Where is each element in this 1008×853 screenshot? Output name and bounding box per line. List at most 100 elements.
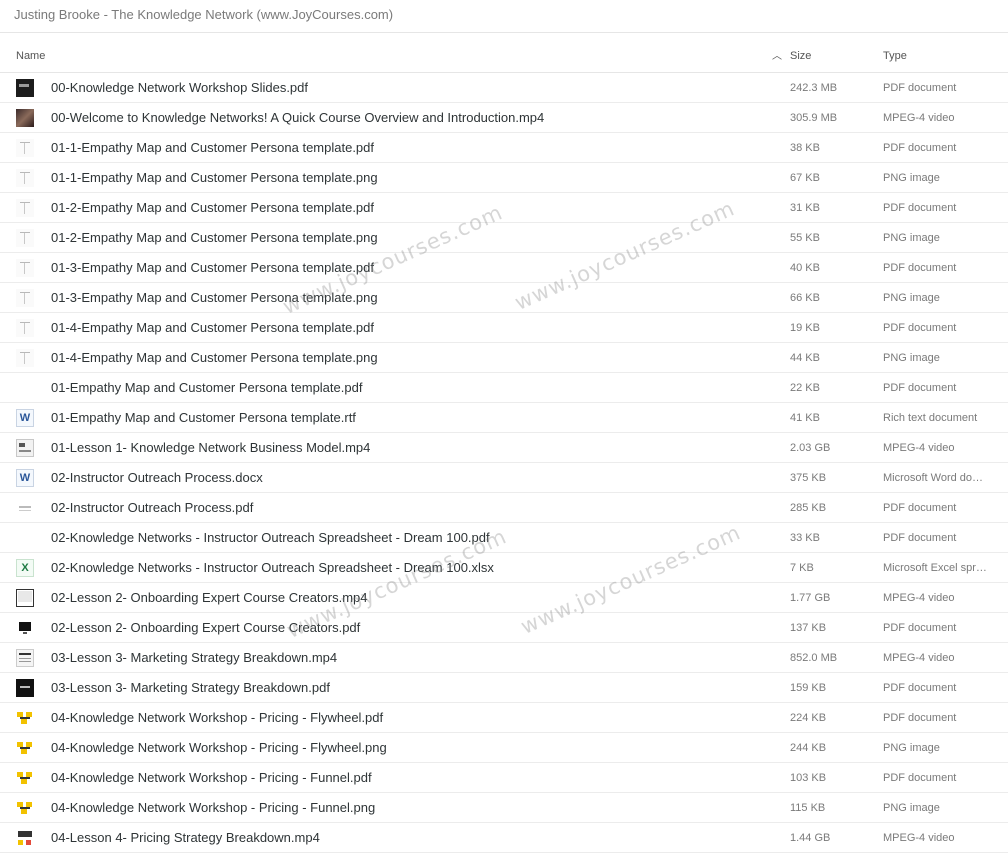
- file-name-cell: 01-2-Empathy Map and Customer Persona te…: [0, 228, 790, 247]
- file-row[interactable]: 01-2-Empathy Map and Customer Persona te…: [0, 223, 1008, 253]
- file-row[interactable]: 02-Lesson 2- Onboarding Expert Course Cr…: [0, 583, 1008, 613]
- file-row[interactable]: 00-Welcome to Knowledge Networks! A Quic…: [0, 103, 1008, 133]
- file-row[interactable]: 04-Knowledge Network Workshop - Pricing …: [0, 763, 1008, 793]
- file-size: 22 KB: [790, 381, 820, 394]
- file-row[interactable]: 01-1-Empathy Map and Customer Persona te…: [0, 133, 1008, 163]
- file-row[interactable]: 01-Empathy Map and Customer Persona temp…: [0, 373, 1008, 403]
- file-name-cell: 02-Knowledge Networks - Instructor Outre…: [0, 529, 790, 547]
- column-header-name[interactable]: Name ︿: [0, 50, 790, 62]
- file-size: 7 KB: [790, 561, 814, 574]
- file-row[interactable]: 01-3-Empathy Map and Customer Persona te…: [0, 283, 1008, 313]
- file-thumbnail-icon: [16, 108, 34, 127]
- file-row[interactable]: X 02-Knowledge Networks - Instructor Outr…: [0, 553, 1008, 583]
- file-name-cell: X 02-Knowledge Networks - Instructor Outr…: [0, 558, 790, 577]
- file-thumbnail-icon: [16, 168, 34, 187]
- file-row[interactable]: W 01-Empathy Map and Customer Persona tem…: [0, 403, 1008, 433]
- file-name-cell: 04-Knowledge Network Workshop - Pricing …: [0, 708, 790, 727]
- file-thumbnail-icon: [16, 529, 34, 547]
- column-header-name-label: Name: [16, 50, 46, 62]
- file-name-cell: 02-Lesson 2- Onboarding Expert Course Cr…: [0, 588, 790, 607]
- file-name-cell: 01-Empathy Map and Customer Persona temp…: [0, 379, 790, 397]
- file-name-cell: 01-1-Empathy Map and Customer Persona te…: [0, 168, 790, 187]
- file-size: 40 KB: [790, 261, 820, 274]
- file-size: 41 KB: [790, 411, 820, 424]
- file-thumbnail-icon: X: [16, 558, 34, 577]
- file-thumbnail-icon: [16, 708, 34, 727]
- file-type: PDF document: [883, 201, 957, 214]
- file-thumbnail-icon: [16, 78, 34, 97]
- file-name: 03-Lesson 3- Marketing Strategy Breakdow…: [51, 650, 338, 665]
- file-type: PDF document: [883, 381, 957, 394]
- file-type: MPEG-4 video: [883, 591, 955, 604]
- file-name-cell: 00-Welcome to Knowledge Networks! A Quic…: [0, 108, 790, 127]
- file-type: PDF document: [883, 681, 957, 694]
- file-name: 01-Empathy Map and Customer Persona temp…: [51, 380, 363, 395]
- file-row[interactable]: 01-Lesson 1- Knowledge Network Business …: [0, 433, 1008, 463]
- file-name: 02-Knowledge Networks - Instructor Outre…: [51, 530, 490, 545]
- file-name: 00-Knowledge Network Workshop Slides.pdf: [51, 80, 309, 95]
- file-name-cell: 01-Lesson 1- Knowledge Network Business …: [0, 438, 790, 457]
- file-type: PNG image: [883, 231, 940, 244]
- column-header-row: Name ︿ Size Type: [0, 40, 1008, 73]
- file-row[interactable]: W 02-Instructor Outreach Process.docx 375 …: [0, 463, 1008, 493]
- file-thumbnail-icon: [16, 798, 34, 817]
- file-size: 375 KB: [790, 471, 827, 484]
- file-row[interactable]: 04-Knowledge Network Workshop - Pricing …: [0, 793, 1008, 823]
- file-name-cell: 01-3-Empathy Map and Customer Persona te…: [0, 288, 790, 307]
- file-row[interactable]: 01-3-Empathy Map and Customer Persona te…: [0, 253, 1008, 283]
- file-type: PDF document: [883, 531, 957, 544]
- file-size: 137 KB: [790, 621, 827, 634]
- file-size: 19 KB: [790, 321, 820, 334]
- file-row[interactable]: 02-Lesson 2- Onboarding Expert Course Cr…: [0, 613, 1008, 643]
- file-type: PDF document: [883, 81, 957, 94]
- column-header-size[interactable]: Size: [790, 50, 883, 62]
- file-type: PNG image: [883, 801, 940, 814]
- file-size: 67 KB: [790, 171, 820, 184]
- file-type: PDF document: [883, 321, 957, 334]
- file-name: 00-Welcome to Knowledge Networks! A Quic…: [51, 110, 545, 125]
- file-size: 1.44 GB: [790, 831, 831, 844]
- file-type: PDF document: [883, 501, 957, 514]
- file-thumbnail-icon: [16, 138, 34, 157]
- file-name-cell: 01-4-Empathy Map and Customer Persona te…: [0, 348, 790, 367]
- file-size: 244 KB: [790, 741, 827, 754]
- file-type: Microsoft Word do…: [883, 471, 984, 484]
- file-row[interactable]: 02-Knowledge Networks - Instructor Outre…: [0, 523, 1008, 553]
- file-name-cell: W 02-Instructor Outreach Process.docx: [0, 468, 790, 487]
- file-name: 02-Instructor Outreach Process.docx: [51, 470, 263, 485]
- file-row[interactable]: 03-Lesson 3- Marketing Strategy Breakdow…: [0, 643, 1008, 673]
- file-row[interactable]: 02-Instructor Outreach Process.pdf 285 KB…: [0, 493, 1008, 523]
- file-thumbnail-icon: [16, 588, 34, 607]
- file-type: PNG image: [883, 351, 940, 364]
- file-row[interactable]: 01-4-Empathy Map and Customer Persona te…: [0, 313, 1008, 343]
- file-row[interactable]: 04-Knowledge Network Workshop - Pricing …: [0, 703, 1008, 733]
- file-row[interactable]: 01-1-Empathy Map and Customer Persona te…: [0, 163, 1008, 193]
- file-thumbnail-icon: W: [16, 408, 34, 427]
- file-row[interactable]: 01-2-Empathy Map and Customer Persona te…: [0, 193, 1008, 223]
- file-row[interactable]: 04-Knowledge Network Workshop - Pricing …: [0, 733, 1008, 763]
- file-name-cell: 04-Lesson 4- Pricing Strategy Breakdown.…: [0, 828, 790, 847]
- file-thumbnail-icon: [16, 438, 34, 457]
- sort-ascending-icon[interactable]: ︿: [772, 47, 782, 62]
- file-name: 04-Knowledge Network Workshop - Pricing …: [51, 740, 387, 755]
- file-thumbnail-icon: [16, 678, 34, 697]
- file-row[interactable]: 00-Knowledge Network Workshop Slides.pdf…: [0, 73, 1008, 103]
- file-thumbnail-icon: [16, 348, 34, 367]
- file-row[interactable]: 04-Lesson 4- Pricing Strategy Breakdown.…: [0, 823, 1008, 853]
- file-row[interactable]: 03-Lesson 3- Marketing Strategy Breakdow…: [0, 673, 1008, 703]
- file-name: 01-1-Empathy Map and Customer Persona te…: [51, 140, 375, 155]
- file-name: 01-4-Empathy Map and Customer Persona te…: [51, 350, 378, 365]
- column-header-type[interactable]: Type: [883, 50, 1008, 62]
- file-type: MPEG-4 video: [883, 831, 955, 844]
- file-row[interactable]: 01-4-Empathy Map and Customer Persona te…: [0, 343, 1008, 373]
- file-name: 02-Knowledge Networks - Instructor Outre…: [51, 560, 494, 575]
- file-type: PDF document: [883, 621, 957, 634]
- file-thumbnail-icon: [16, 499, 34, 517]
- file-size: 55 KB: [790, 231, 820, 244]
- file-size: 66 KB: [790, 291, 820, 304]
- file-name-cell: 00-Knowledge Network Workshop Slides.pdf: [0, 78, 790, 97]
- file-name-cell: 04-Knowledge Network Workshop - Pricing …: [0, 738, 790, 757]
- file-name-cell: 02-Instructor Outreach Process.pdf: [0, 499, 790, 517]
- window-title: Justing Brooke - The Knowledge Network (…: [0, 0, 1008, 33]
- file-size: 285 KB: [790, 501, 827, 514]
